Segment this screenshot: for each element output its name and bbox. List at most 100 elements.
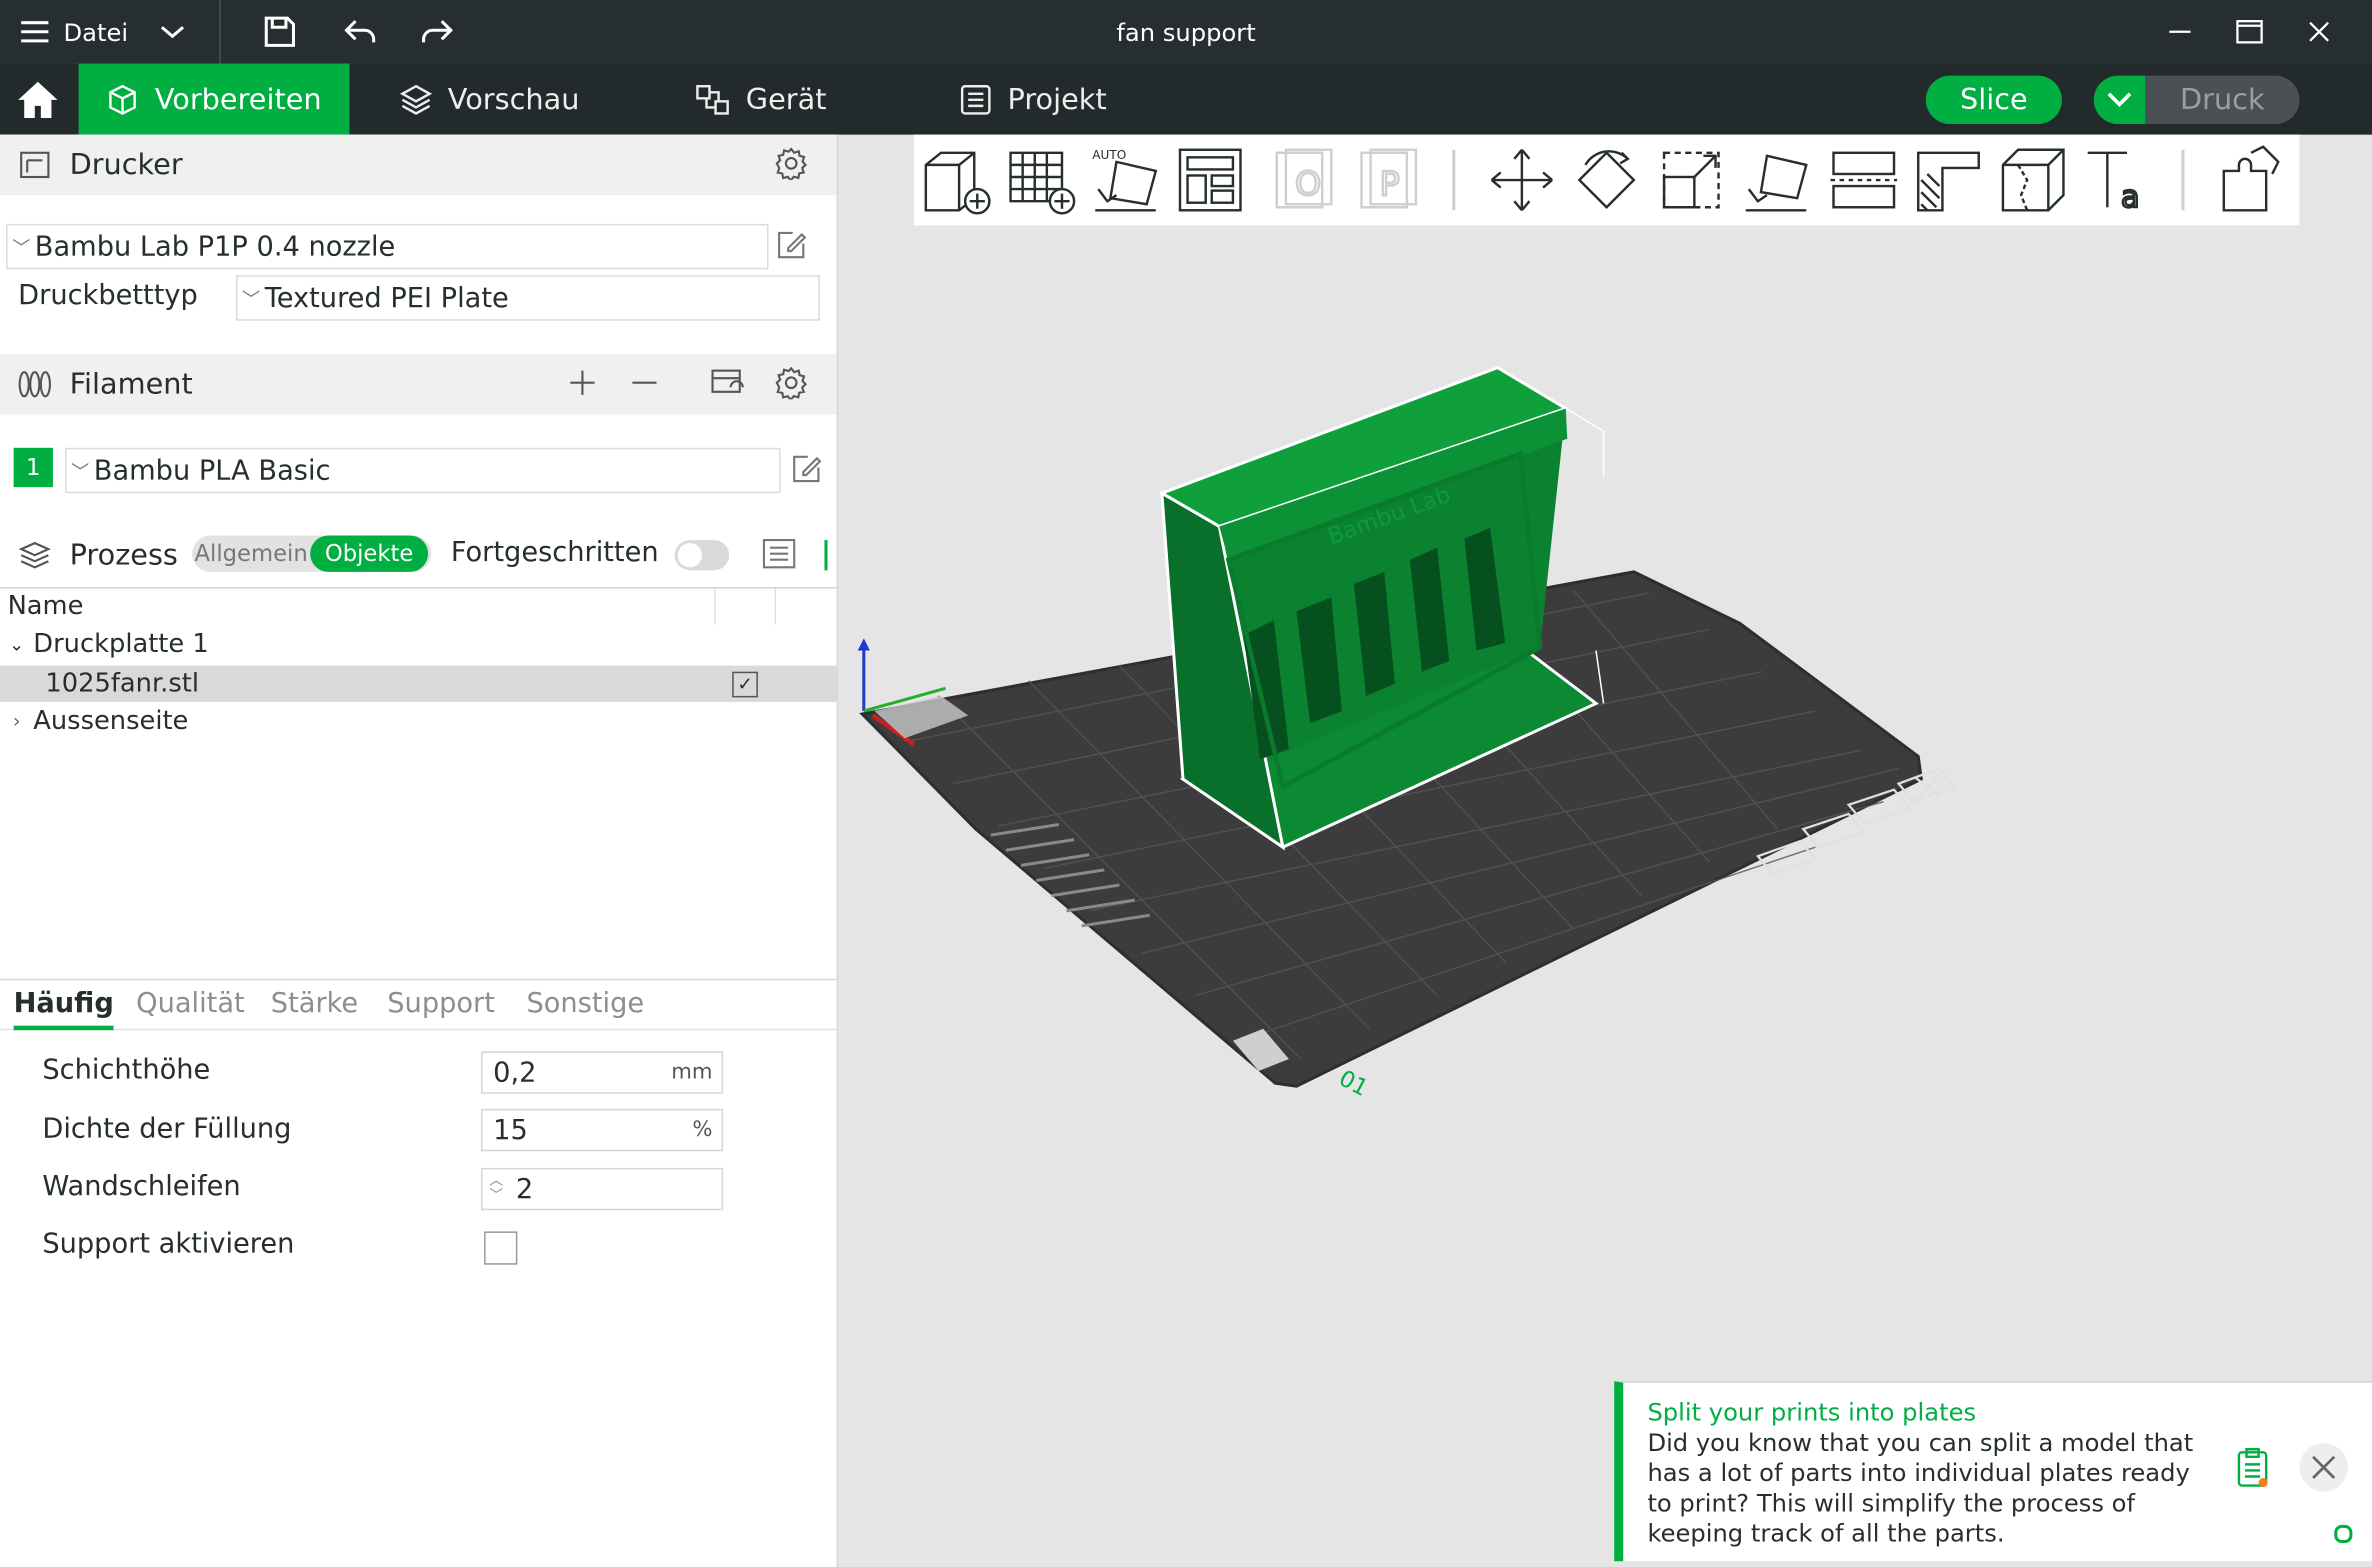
support-paint-button[interactable] [1912, 144, 1985, 217]
tab-prepare[interactable]: Vorbereiten [78, 63, 350, 135]
infill-input[interactable]: 15 % [481, 1108, 724, 1152]
plate-number: 01 [1334, 1066, 1372, 1103]
close-notification-button[interactable] [2299, 1443, 2348, 1492]
scale-icon [1662, 151, 1720, 209]
seam-paint-button[interactable] [1997, 144, 2070, 217]
maximize-button[interactable] [2234, 0, 2264, 64]
tab-quality[interactable]: Qualität [136, 988, 245, 1020]
chevron-down-icon [2107, 92, 2132, 107]
project-icon [960, 84, 991, 114]
support-checkbox[interactable] [484, 1231, 518, 1265]
hamburger-icon [21, 21, 49, 43]
divider [219, 0, 221, 64]
tab-label: Gerät [745, 82, 827, 116]
printer-select[interactable]: ﹀ Bambu Lab P1P 0.4 nozzle [6, 223, 769, 270]
toolbar-divider [1452, 149, 1456, 211]
object-list-header: Name [0, 586, 837, 625]
chevron-down-icon: ﹀ [242, 288, 261, 310]
stepper-arrows-icon[interactable]: ︿ ﹀ [483, 1174, 510, 1204]
gear-icon[interactable] [775, 147, 808, 188]
unit-label: mm [671, 1060, 713, 1085]
filament-select-value: Bambu PLA Basic [93, 454, 331, 487]
redo-icon [422, 20, 453, 43]
tree-item-plate[interactable]: ⌄ Druckplatte 1 [0, 626, 837, 662]
printer-select-value: Bambu Lab P1P 0.4 nozzle [34, 230, 396, 263]
bed-type-label: Druckbetttyp [18, 279, 198, 312]
object-visible-checkbox[interactable]: ✓ [732, 671, 758, 698]
mode-general[interactable]: Allgemein [192, 540, 310, 567]
main-tab-bar: Vorbereiten Vorschau Gerät Projekt Slice… [0, 63, 2372, 135]
filament-slot-badge[interactable]: 1 [13, 447, 53, 488]
menu-button[interactable]: Datei [18, 0, 128, 64]
save-button[interactable] [263, 0, 296, 64]
tab-device[interactable]: Gerät [694, 64, 826, 135]
title-bar: Datei fan support [0, 0, 2372, 64]
add-plate-button[interactable] [1004, 144, 1077, 217]
scale-button[interactable] [1655, 144, 1728, 217]
cut-button[interactable] [1827, 144, 1900, 217]
layer-height-input[interactable]: 0,2 mm [481, 1051, 724, 1094]
assembly-button[interactable] [2215, 144, 2288, 217]
auto-orient-button[interactable]: AUTO [1089, 144, 1162, 217]
print-options-toggle[interactable] [2093, 75, 2146, 125]
chevron-down-icon [160, 26, 185, 39]
advanced-toggle[interactable] [674, 540, 730, 571]
print-button[interactable]: Druck [2093, 75, 2300, 125]
redo-button[interactable] [419, 0, 455, 64]
svg-text:P: P [1380, 164, 1400, 203]
text-button[interactable]: a [2082, 144, 2155, 216]
tree-item-object[interactable]: 1025fanr.stl ✓ [0, 665, 837, 702]
notification-body: Did you know that you can split a model … [1647, 1428, 2194, 1548]
home-button[interactable] [0, 64, 76, 135]
tab-support[interactable]: Support [387, 988, 495, 1020]
add-filament-icon[interactable] [566, 366, 599, 407]
undo-button[interactable] [342, 0, 378, 64]
minimize-button[interactable] [2166, 0, 2193, 64]
edit-printer-icon[interactable] [775, 228, 808, 267]
list-icon[interactable] [761, 537, 797, 576]
filament-select[interactable]: ﹀ Bambu PLA Basic [65, 447, 781, 494]
chevron-down-icon[interactable]: ⌄ [0, 634, 33, 655]
menu-dropdown[interactable] [157, 0, 187, 64]
cut-icon [1830, 151, 1898, 209]
sync-filament-icon[interactable] [710, 366, 746, 407]
column-name: Name [7, 591, 84, 622]
minimize-icon [2169, 30, 2191, 33]
move-button[interactable] [1486, 144, 1559, 217]
filament-icon [0, 369, 70, 399]
chevron-right-icon[interactable]: › [0, 710, 33, 733]
3d-viewport[interactable]: 01 Bambu Lab [838, 135, 2372, 1567]
layer-height-label: Schichthöhe [42, 1054, 211, 1087]
close-button[interactable] [2306, 0, 2333, 64]
filament-section-header: Filament [0, 353, 837, 415]
seam-paint-icon [2001, 148, 2065, 212]
rotate-button[interactable] [1570, 144, 1643, 217]
layers-icon [399, 84, 433, 115]
slice-button[interactable]: Slice [1925, 75, 2062, 125]
close-icon [2312, 1455, 2336, 1479]
split-parts-icon: P [1360, 148, 1418, 209]
remove-filament-icon[interactable] [628, 366, 661, 407]
tab-others[interactable]: Sonstige [526, 988, 644, 1020]
advanced-label: Fortgeschritten [450, 537, 659, 569]
split-to-parts-button: P [1352, 144, 1425, 217]
mode-objects[interactable]: Objekte [310, 535, 429, 572]
process-mode-switch[interactable]: Allgemein Objekte [192, 535, 432, 572]
chevron-down-icon: ﹀ [12, 236, 31, 258]
lay-on-face-button[interactable] [1740, 144, 1813, 217]
edit-filament-icon[interactable] [790, 452, 823, 491]
walls-stepper[interactable]: ︿ ﹀ 2 [481, 1167, 724, 1211]
unit-label: % [692, 1117, 713, 1143]
tab-common[interactable]: Häufig [13, 988, 115, 1031]
grid-plus-icon [1009, 151, 1076, 215]
tab-project[interactable]: Projekt [959, 64, 1107, 135]
home-icon [18, 80, 58, 118]
tree-item-part[interactable]: › Aussenseite [0, 703, 837, 739]
gear-icon[interactable] [775, 366, 808, 407]
add-object-button[interactable] [920, 144, 993, 217]
bed-type-select[interactable]: ﹀ Textured PEI Plate [235, 275, 820, 321]
arrange-button[interactable] [1174, 144, 1247, 217]
clipboard-icon[interactable] [2234, 1446, 2270, 1494]
tab-preview[interactable]: Vorschau [399, 64, 579, 135]
tab-strength[interactable]: Stärke [271, 988, 358, 1020]
